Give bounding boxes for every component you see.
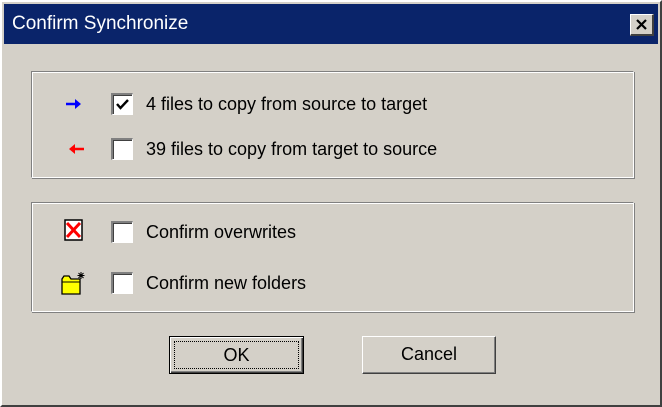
ok-button-label: OK <box>174 341 299 369</box>
ok-button[interactable]: OK <box>169 336 304 374</box>
confirm-new-folders-label: Confirm new folders <box>146 273 307 293</box>
right-arrow-icon <box>66 99 81 109</box>
overwrite-x-icon <box>64 219 83 241</box>
copy-source-to-target-label: 4 files to copy from source to target <box>146 94 428 114</box>
new-folder-icon <box>61 272 85 295</box>
confirm-overwrites-label: Confirm overwrites <box>146 222 297 242</box>
close-icon <box>636 19 647 30</box>
copy-target-to-source-checkbox[interactable] <box>111 138 133 160</box>
close-button[interactable] <box>630 14 654 36</box>
confirm-synchronize-dialog: Confirm Synchronize 4 files to copy from… <box>0 0 662 407</box>
window-title: Confirm Synchronize <box>12 13 189 34</box>
title-bar[interactable]: Confirm Synchronize <box>4 4 658 44</box>
confirm-new-folders-checkbox[interactable] <box>111 272 133 294</box>
cancel-button[interactable]: Cancel <box>362 336 496 374</box>
confirm-options-group <box>31 202 634 312</box>
left-arrow-icon <box>69 144 84 154</box>
confirm-overwrites-checkbox[interactable] <box>111 221 133 243</box>
transfer-options-group <box>31 71 634 178</box>
copy-target-to-source-label: 39 files to copy from target to source <box>146 139 438 159</box>
copy-source-to-target-checkbox[interactable] <box>111 93 133 115</box>
checkmark-icon <box>116 99 129 110</box>
